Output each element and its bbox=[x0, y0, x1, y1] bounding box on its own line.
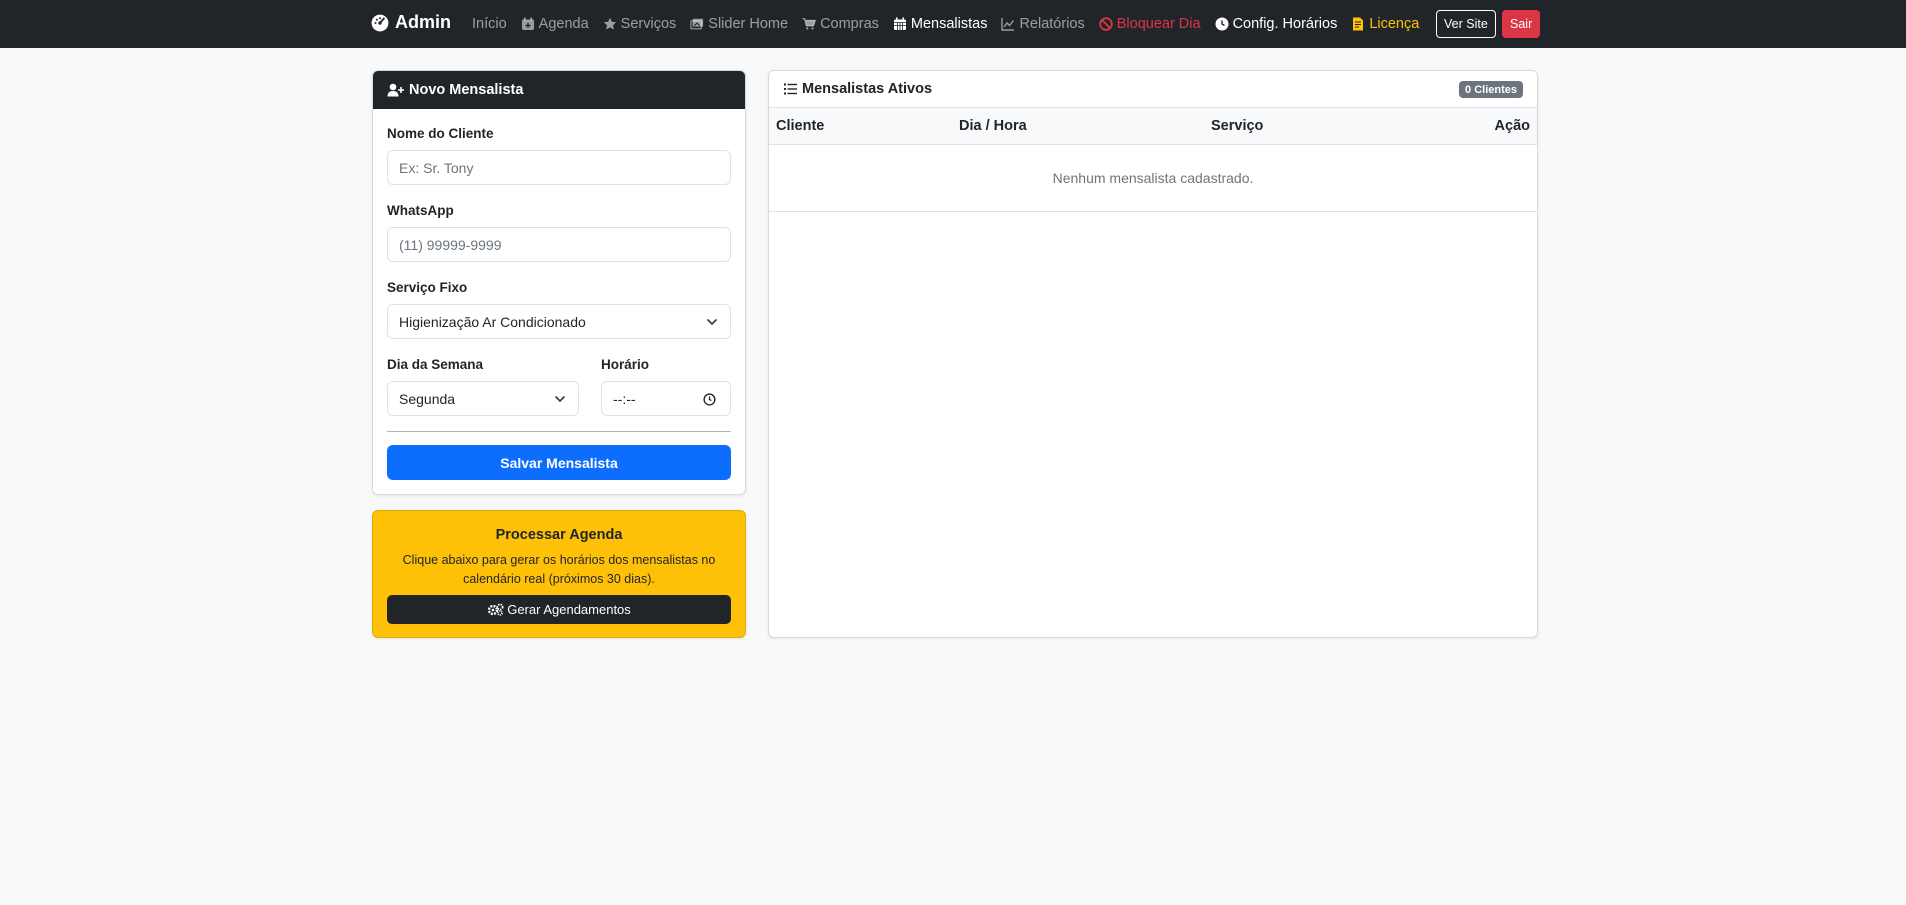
process-schedule-card: Processar Agenda Clique abaixo para gera… bbox=[372, 510, 746, 638]
nav-label-bloquear-dia: Bloquear Dia bbox=[1116, 16, 1201, 32]
weekday-label: Dia da Semana bbox=[387, 357, 484, 372]
column-header-acao: Ação bbox=[1494, 118, 1530, 134]
active-members-header: Mensalistas Ativos 0 Clientes bbox=[769, 71, 1537, 108]
generate-bookings-button[interactable]: Gerar Agendamentos bbox=[387, 595, 731, 624]
nav-link-bloquear-dia[interactable]: Bloquear Dia bbox=[1099, 16, 1201, 32]
new-member-card: Novo Mensalista Nome do Cliente Ex: Sr. … bbox=[372, 70, 746, 495]
chevron-down-icon bbox=[706, 318, 718, 326]
client-name-input[interactable]: Ex: Sr. Tony bbox=[387, 150, 731, 185]
clock-icon bbox=[1215, 17, 1229, 31]
nav-label-inicio: Início bbox=[472, 16, 507, 32]
active-members-title: Mensalistas Ativos bbox=[802, 81, 933, 97]
dashboard-gauge-icon bbox=[371, 14, 389, 31]
weekday-value: Segunda bbox=[399, 390, 456, 407]
process-schedule-title: Processar Agenda bbox=[495, 527, 623, 543]
nav-label-config-horarios: Config. Horários bbox=[1232, 16, 1338, 32]
nav-label-relatorios: Relatórios bbox=[1019, 16, 1085, 32]
weekday-select[interactable]: Segunda bbox=[387, 381, 579, 416]
column-header-cliente: Cliente bbox=[776, 118, 825, 134]
new-member-title: Novo Mensalista bbox=[409, 82, 524, 98]
calendar-plus-icon bbox=[521, 17, 534, 30]
fixed-service-select[interactable]: Higienização Ar Condicionado bbox=[387, 304, 731, 339]
nav-link-mensalistas[interactable]: Mensalistas bbox=[893, 16, 988, 32]
time-label: Horário bbox=[601, 357, 650, 372]
whatsapp-input[interactable]: (11) 99999-9999 bbox=[387, 227, 731, 262]
nav-label-agenda: Agenda bbox=[538, 16, 589, 32]
empty-table-row: Nenhum mensalista cadastrado. bbox=[769, 145, 1537, 212]
images-icon bbox=[690, 18, 704, 30]
clock-icon[interactable] bbox=[703, 393, 716, 406]
view-site-button[interactable]: Ver Site bbox=[1436, 10, 1496, 38]
active-members-card: Mensalistas Ativos 0 Clientes Cliente Di… bbox=[768, 70, 1538, 638]
nav-label-mensalistas: Mensalistas bbox=[910, 16, 988, 32]
cogs-icon bbox=[488, 603, 504, 616]
user-plus-icon bbox=[387, 83, 404, 97]
brand[interactable]: Admin bbox=[371, 12, 451, 33]
table-header: Cliente Dia / Hora Serviço Ação bbox=[769, 108, 1537, 145]
list-icon bbox=[784, 83, 797, 95]
new-member-header: Novo Mensalista bbox=[373, 71, 745, 109]
save-member-button[interactable]: Salvar Mensalista bbox=[387, 445, 731, 480]
generate-bookings-label: Gerar Agendamentos bbox=[507, 602, 631, 617]
client-name-label: Nome do Cliente bbox=[387, 126, 494, 141]
calendar-icon bbox=[893, 17, 906, 30]
nav-link-servicos[interactable]: Serviços bbox=[603, 16, 677, 32]
column-header-servico: Serviço bbox=[1211, 118, 1264, 134]
nav-link-relatorios[interactable]: Relatórios bbox=[1001, 16, 1085, 32]
file-contract-icon bbox=[1353, 17, 1364, 31]
nav-link-compras[interactable]: Compras bbox=[802, 16, 879, 32]
empty-message: Nenhum mensalista cadastrado. bbox=[1052, 170, 1254, 186]
top-navbar: Admin Início Agenda Serviços Slider Home… bbox=[0, 0, 1906, 48]
fixed-service-label: Serviço Fixo bbox=[387, 280, 468, 295]
brand-label: Admin bbox=[395, 12, 451, 32]
process-schedule-text: Clique abaixo para gerar os horários dos… bbox=[402, 553, 716, 586]
client-count-badge: 0 Clientes bbox=[1459, 81, 1523, 98]
nav-label-compras: Compras bbox=[820, 16, 879, 32]
whatsapp-label: WhatsApp bbox=[387, 203, 454, 218]
nav-link-inicio[interactable]: Início bbox=[472, 16, 507, 32]
form-divider bbox=[387, 431, 731, 432]
whatsapp-placeholder: (11) 99999-9999 bbox=[399, 236, 502, 253]
nav-links: Início Agenda Serviços Slider Home Compr… bbox=[472, 0, 1433, 48]
ban-icon bbox=[1099, 17, 1113, 31]
nav-link-agenda[interactable]: Agenda bbox=[521, 16, 589, 32]
column-header-dia-hora: Dia / Hora bbox=[959, 118, 1027, 134]
chevron-down-icon bbox=[554, 395, 566, 403]
nav-link-licenca[interactable]: Licença bbox=[1351, 16, 1419, 32]
fixed-service-value: Higienização Ar Condicionado bbox=[399, 313, 586, 330]
star-icon bbox=[603, 17, 616, 30]
nav-link-slider-home[interactable]: Slider Home bbox=[690, 16, 788, 32]
nav-label-servicos: Serviços bbox=[620, 16, 677, 32]
client-name-placeholder: Ex: Sr. Tony bbox=[399, 159, 474, 176]
time-value: --:-- bbox=[613, 390, 636, 407]
time-input[interactable]: --:-- bbox=[601, 381, 731, 416]
chart-line-icon bbox=[1001, 18, 1015, 31]
logout-button[interactable]: Sair bbox=[1502, 10, 1541, 38]
shopping-cart-icon bbox=[802, 18, 817, 30]
nav-link-config-horarios[interactable]: Config. Horários bbox=[1215, 16, 1338, 32]
nav-label-slider-home: Slider Home bbox=[708, 16, 789, 32]
nav-label-licenca: Licença bbox=[1369, 16, 1420, 32]
